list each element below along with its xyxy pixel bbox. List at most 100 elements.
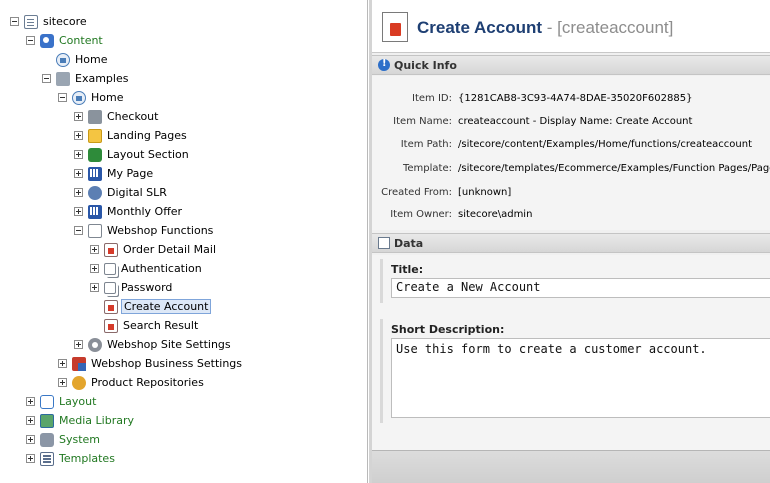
grid-icon — [88, 166, 102, 181]
quick-info-row: Item Owner: sitecore\admin — [372, 206, 532, 222]
tree-node-templates[interactable]: Templates — [26, 449, 117, 468]
data-panel: Title: Create a New Account Short Descri… — [372, 255, 770, 450]
title-input[interactable]: Create a New Account — [391, 278, 770, 298]
tree-node-system[interactable]: System — [26, 430, 102, 449]
tree-node-label: Landing Pages — [107, 129, 187, 142]
tree-node-home[interactable]: Home — [42, 50, 109, 69]
quick-info-section-header[interactable]: Quick Info — [372, 55, 770, 75]
tree-node-webshop-business-settings[interactable]: Webshop Business Settings — [58, 354, 244, 373]
cart-icon — [88, 109, 102, 124]
tree-node-layout-section[interactable]: Layout Section — [74, 145, 191, 164]
expand-toggle[interactable] — [90, 283, 99, 292]
tree-node-product-repositories[interactable]: Product Repositories — [58, 373, 206, 392]
section-title: Quick Info — [394, 58, 457, 72]
tree-node-password[interactable]: Password — [90, 278, 174, 297]
page-title: Create Account - [createaccount] — [417, 18, 673, 38]
tree-node-order-detail-mail[interactable]: Order Detail Mail — [90, 240, 218, 259]
tree-node-monthly-offer[interactable]: Monthly Offer — [74, 202, 184, 221]
expand-toggle[interactable] — [74, 169, 83, 178]
expand-toggle[interactable] — [58, 378, 67, 387]
tree-node-label: Webshop Functions — [107, 224, 214, 237]
collapse-toggle[interactable] — [42, 74, 51, 83]
quick-info-row: Created From: [unknown] — [372, 184, 511, 200]
tree-node-label: Home — [75, 53, 108, 66]
tree-node-examples-home[interactable]: Home — [58, 88, 125, 107]
tree-node-label: Search Result — [123, 319, 199, 332]
tree-node-checkout[interactable]: Checkout — [74, 107, 160, 126]
quick-info-value[interactable]: /sitecore/content/Examples/Home/function… — [458, 139, 752, 150]
document-icon — [88, 223, 102, 238]
tree-node-media-library[interactable]: Media Library — [26, 411, 136, 430]
camera-icon — [88, 185, 102, 200]
expand-toggle[interactable] — [74, 131, 83, 140]
data-section-header[interactable]: Data — [372, 233, 770, 253]
tree-node-label: Monthly Offer — [107, 205, 183, 218]
tree-node-label: Checkout — [107, 110, 159, 123]
short-description-textarea[interactable]: Use this form to create a customer accou… — [391, 338, 770, 418]
expand-toggle[interactable] — [90, 245, 99, 254]
tree-node-layout[interactable]: Layout — [26, 392, 98, 411]
collapse-toggle[interactable] — [26, 36, 35, 45]
expand-toggle[interactable] — [26, 397, 35, 406]
content-icon — [40, 33, 54, 48]
tree-node-my-page[interactable]: My Page — [74, 164, 155, 183]
tree-node-webshop-functions[interactable]: Webshop Functions — [74, 221, 215, 240]
expand-toggle[interactable] — [90, 264, 99, 273]
home-icon — [72, 90, 86, 105]
tree-node-label: Templates — [59, 452, 115, 465]
expand-toggle[interactable] — [58, 359, 67, 368]
tree-node-label: My Page — [107, 167, 154, 180]
tree-node-authentication[interactable]: Authentication — [90, 259, 204, 278]
tree-node-search-result[interactable]: Search Result — [90, 316, 200, 335]
short-description-label: Short Description: — [391, 323, 505, 336]
editor-header: Create Account - [createaccount] — [372, 0, 770, 53]
quick-info-label: Item Owner: — [390, 208, 452, 220]
tree-node-label: Product Repositories — [91, 376, 204, 389]
quick-info-value[interactable]: [unknown] — [458, 187, 511, 198]
quick-info-row: Item Name: createaccount - Display Name:… — [372, 113, 692, 129]
data-icon — [378, 237, 390, 249]
collapse-toggle[interactable] — [74, 226, 83, 235]
quick-info-value[interactable]: /sitecore/templates/Ecommerce/Examples/F… — [458, 163, 770, 174]
item-editor: Create Account - [createaccount] Quick I… — [369, 0, 770, 483]
quick-info-label: Item ID: — [412, 92, 452, 104]
collapse-toggle[interactable] — [58, 93, 67, 102]
quick-info-label: Template: — [403, 162, 452, 174]
quick-info-value[interactable]: sitecore\admin — [458, 209, 532, 220]
tree-node-label: Layout — [59, 395, 97, 408]
tree-node-digital-slr[interactable]: Digital SLR — [74, 183, 169, 202]
media-icon — [40, 413, 54, 428]
expand-toggle[interactable] — [74, 207, 83, 216]
red-page-icon — [104, 299, 118, 314]
expand-toggle[interactable] — [74, 340, 83, 349]
quick-info-label: Created From: — [381, 186, 452, 198]
tree-node-landing-pages[interactable]: Landing Pages — [74, 126, 189, 145]
examples-icon — [56, 71, 70, 86]
item-key: - [createaccount] — [542, 18, 674, 37]
layout-section-icon — [88, 147, 102, 162]
tree-node-label: Authentication — [121, 262, 202, 275]
tree-node-label: Home — [91, 91, 124, 104]
tree-node-examples[interactable]: Examples — [42, 69, 130, 88]
tree-node-create-account[interactable]: Create Account — [90, 297, 212, 316]
editor-bottom-bar — [372, 450, 770, 483]
tree-node-label: Media Library — [59, 414, 134, 427]
tree-node-label: Password — [121, 281, 173, 294]
quick-info-label: Item Name: — [393, 115, 452, 127]
expand-toggle[interactable] — [74, 112, 83, 121]
expand-toggle[interactable] — [26, 454, 35, 463]
quick-info-value[interactable]: createaccount - Display Name: Create Acc… — [458, 116, 692, 127]
expand-toggle[interactable] — [26, 435, 35, 444]
layout-icon — [40, 394, 54, 409]
tree-node-label: sitecore — [43, 15, 87, 28]
tree-node-content[interactable]: Content — [26, 31, 105, 50]
expand-toggle[interactable] — [26, 416, 35, 425]
tree-node-sitecore[interactable]: sitecore — [10, 12, 89, 31]
expand-toggle[interactable] — [74, 150, 83, 159]
tree-node-webshop-site-settings[interactable]: Webshop Site Settings — [74, 335, 233, 354]
info-icon — [378, 58, 390, 71]
quick-info-value[interactable]: {1281CAB8-3C93-4A74-8DAE-35020F602885} — [458, 93, 692, 104]
expand-toggle[interactable] — [74, 188, 83, 197]
templates-icon — [40, 451, 54, 466]
collapse-toggle[interactable] — [10, 17, 19, 26]
